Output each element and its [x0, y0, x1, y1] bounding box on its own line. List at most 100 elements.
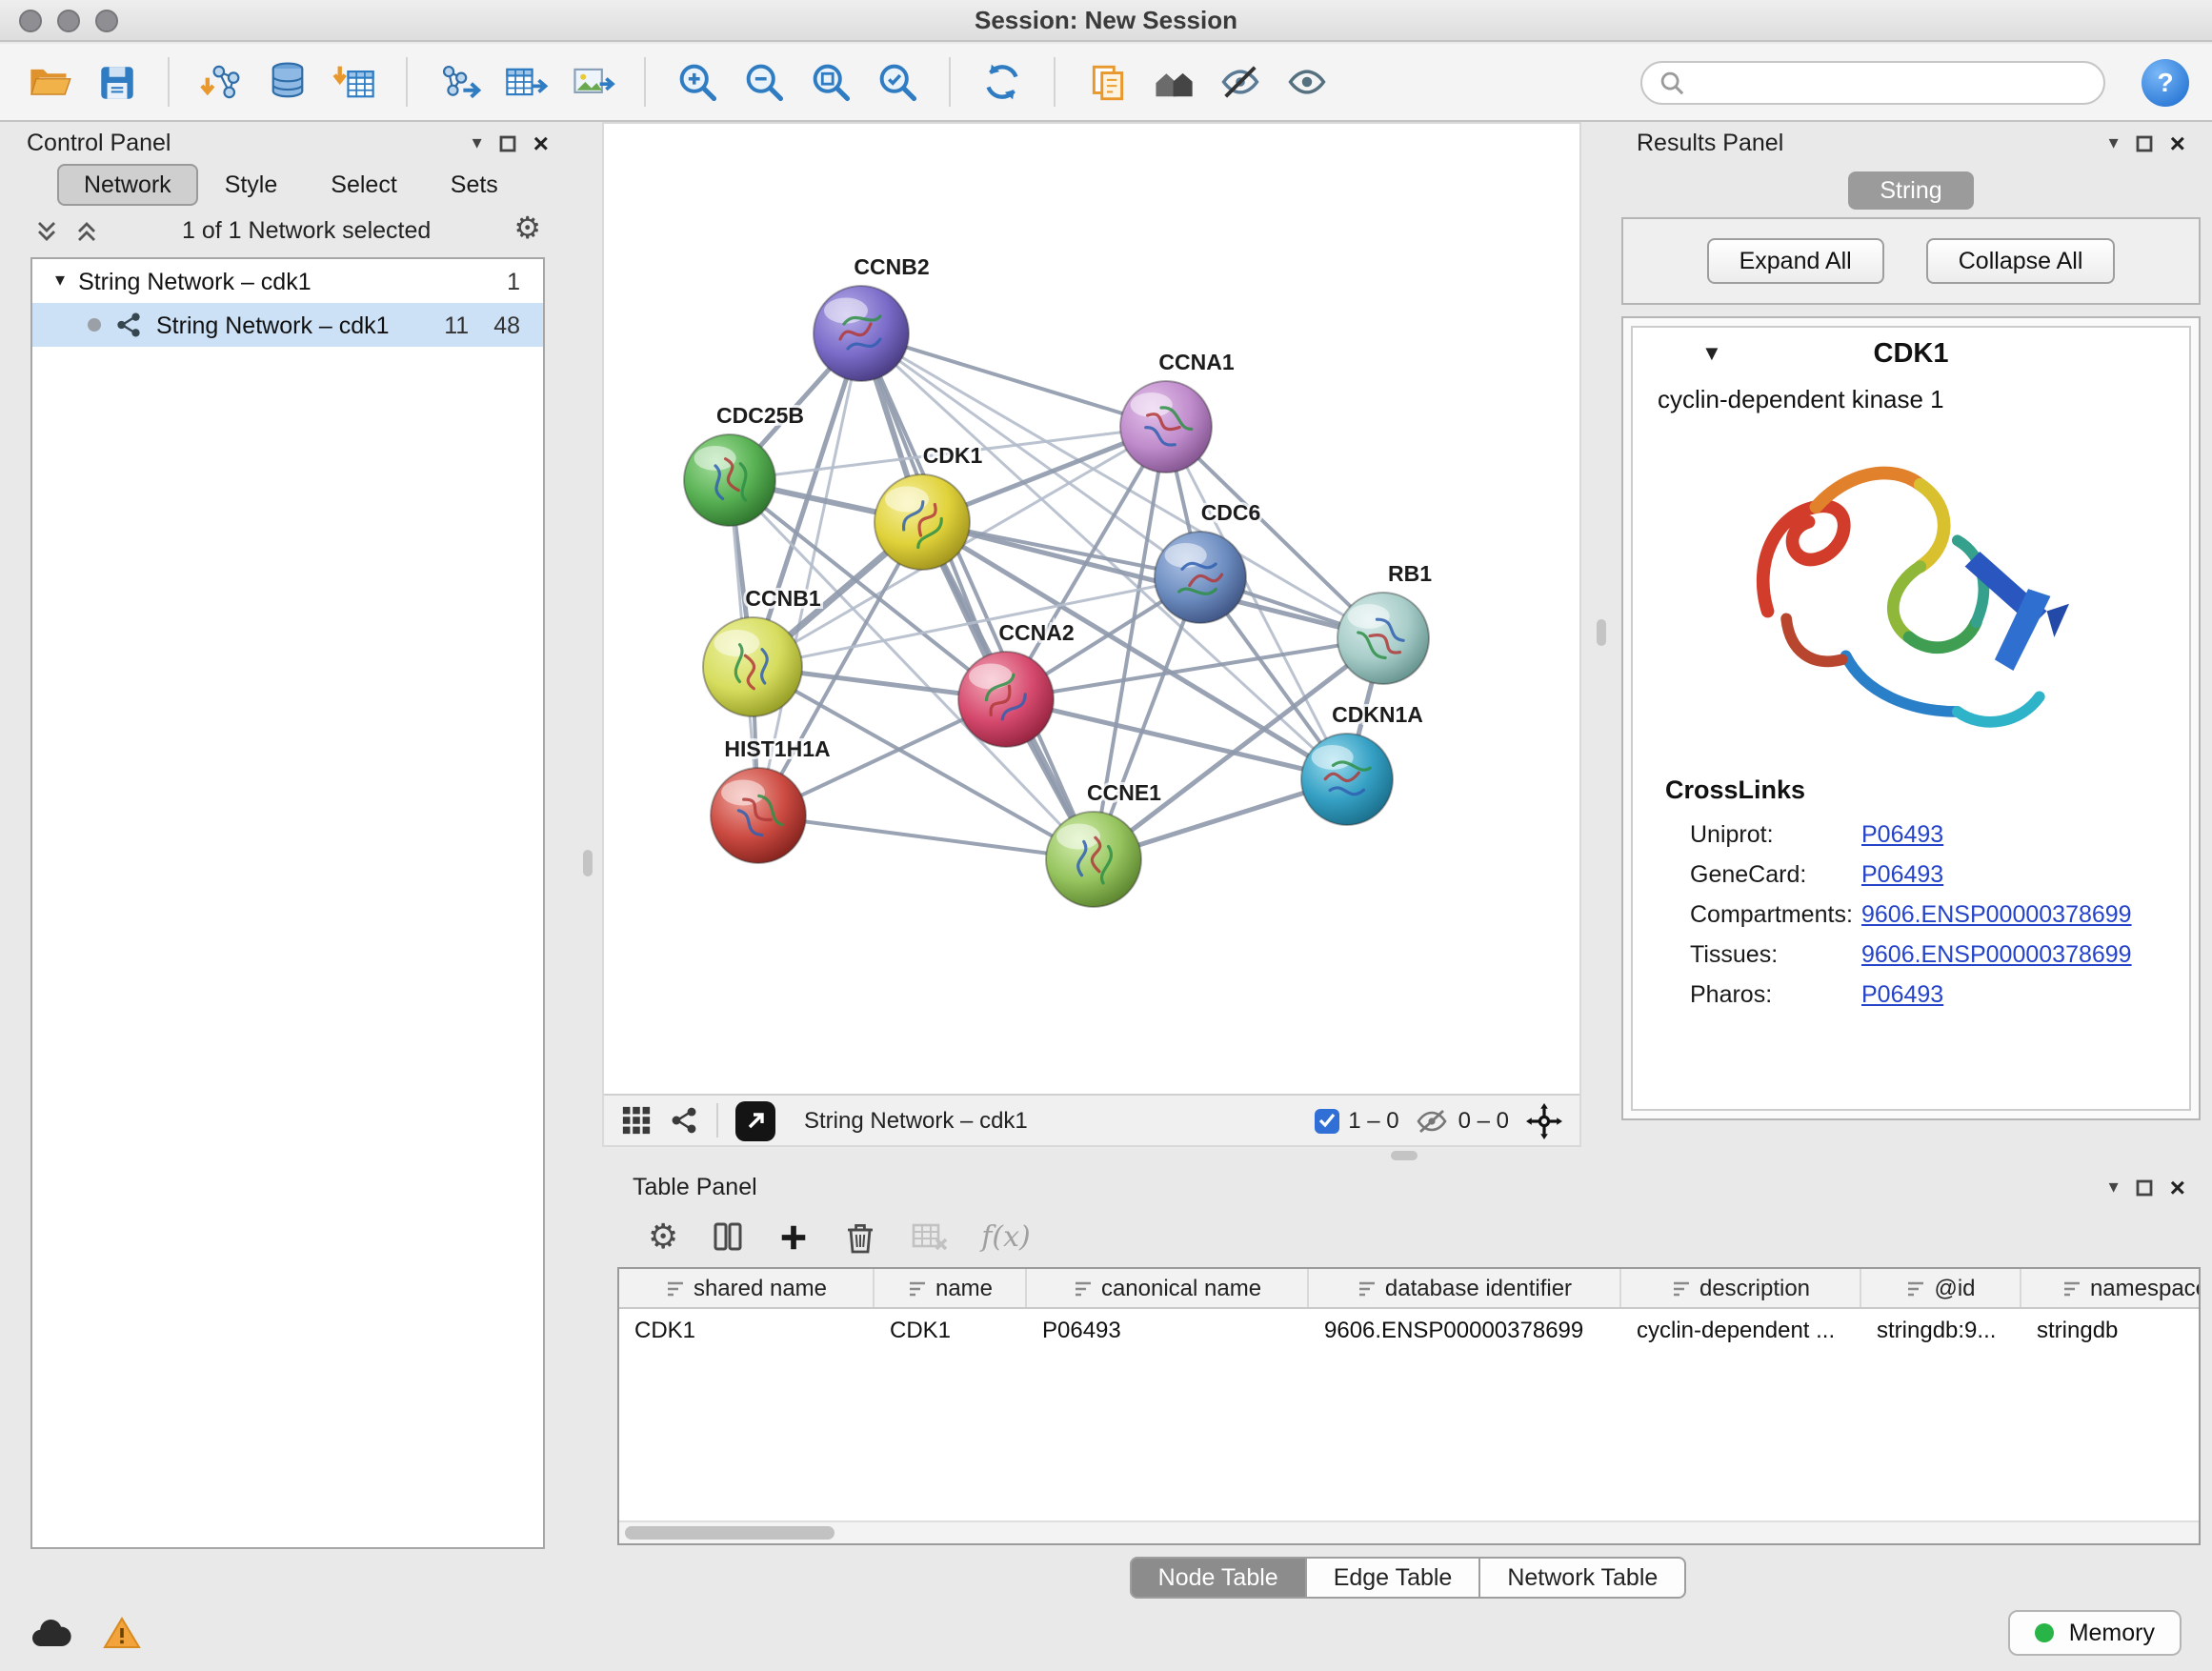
network-node-cdkn1a[interactable]: CDKN1A [1301, 702, 1423, 825]
network-edge[interactable] [758, 815, 1094, 859]
table-cell[interactable]: CDK1 [875, 1309, 1027, 1349]
show-columns-icon[interactable] [711, 1219, 745, 1254]
network-overview-button[interactable] [1147, 55, 1200, 109]
float-panel-icon[interactable] [2136, 1178, 2153, 1196]
network-node-cdc25b[interactable]: CDC25B [684, 403, 804, 526]
horizontal-scrollbar[interactable] [619, 1520, 2199, 1543]
network-canvas[interactable]: CCNB2CCNA1CDC25BCDK1CDC6RB1CCNB1CCNA2CDK… [604, 124, 1579, 1145]
crosslink-genecard-[interactable]: P06493 [1861, 860, 1943, 887]
table-cell[interactable]: stringdb [2021, 1309, 2201, 1349]
column-header-description[interactable]: description [1621, 1269, 1861, 1307]
crosslink-tissues-[interactable]: 9606.ENSP00000378699 [1861, 940, 2132, 967]
close-window-button[interactable] [19, 10, 42, 32]
table-cell[interactable]: stringdb:9... [1861, 1309, 2021, 1349]
open-session-button[interactable] [23, 55, 76, 109]
export-table-button[interactable] [499, 55, 553, 109]
disclosure-triangle-icon[interactable]: ▾ [55, 271, 65, 292]
column-header-canonical-name[interactable]: canonical name [1027, 1269, 1309, 1307]
scrollbar-thumb[interactable] [625, 1526, 835, 1540]
network-edge[interactable] [1006, 638, 1383, 699]
export-image-button[interactable] [566, 55, 619, 109]
zoom-fit-button[interactable] [804, 55, 857, 109]
birds-eye-crosshair-icon[interactable] [1526, 1102, 1562, 1138]
tab-string[interactable]: String [1847, 171, 1974, 210]
splitter-handle[interactable] [583, 850, 593, 876]
delete-column-icon[interactable] [842, 1218, 878, 1255]
node-label: RB1 [1388, 561, 1432, 586]
save-session-button[interactable] [90, 55, 143, 109]
crosslink-pharos-[interactable]: P06493 [1861, 980, 1943, 1007]
panel-menu-icon[interactable]: ▾ [473, 132, 482, 153]
collapse-gene-icon[interactable]: ▼ [1701, 342, 1722, 365]
column-header-namespace[interactable]: namespace [2021, 1269, 2201, 1307]
maximize-window-button[interactable] [95, 10, 118, 32]
help-button[interactable]: ? [2142, 58, 2189, 106]
table-settings-gear-icon[interactable]: ⚙ [648, 1219, 678, 1254]
detach-view-button[interactable] [735, 1100, 775, 1140]
gene-card-header[interactable]: ▼ CDK1 [1633, 328, 2189, 379]
splitter-handle[interactable] [1597, 619, 1606, 646]
tab-style[interactable]: Style [198, 164, 305, 206]
network-edge[interactable] [861, 333, 1094, 859]
network-edge[interactable] [922, 522, 1383, 638]
apply-layout-button[interactable] [975, 55, 1029, 109]
network-mode-icon[interactable] [669, 1105, 699, 1136]
import-table-button[interactable] [328, 55, 381, 109]
close-panel-icon[interactable]: × [2170, 130, 2185, 156]
gear-icon[interactable]: ⚙ [513, 215, 541, 246]
table-cell[interactable]: CDK1 [619, 1309, 875, 1349]
toggle-graphics-details-button[interactable] [1214, 55, 1267, 109]
export-network-button[interactable] [432, 55, 486, 109]
expand-all-icon[interactable] [74, 218, 99, 243]
panel-menu-icon[interactable]: ▾ [2109, 132, 2119, 153]
warning-icon[interactable] [103, 1616, 141, 1650]
minimize-window-button[interactable] [57, 10, 80, 32]
network-row[interactable]: String Network – cdk1 11 48 [32, 303, 543, 347]
search-input[interactable] [1696, 67, 2086, 97]
import-network-file-button[interactable] [194, 55, 248, 109]
network-node-ccna1[interactable]: CCNA1 [1120, 350, 1235, 473]
memory-button[interactable]: Memory [2008, 1610, 2182, 1656]
column-header-name[interactable]: name [875, 1269, 1027, 1307]
zoom-selected-button[interactable] [871, 55, 924, 109]
network-node-hist1h1a[interactable]: HIST1H1A [711, 736, 831, 863]
table-cell[interactable]: cyclin-dependent ... [1621, 1309, 1861, 1349]
import-network-database-button[interactable] [261, 55, 314, 109]
network-node-rb1[interactable]: RB1 [1337, 561, 1432, 684]
column-header--id[interactable]: @id [1861, 1269, 2021, 1307]
show-graphics-details-button[interactable] [1280, 55, 1334, 109]
crosslink-uniprot-[interactable]: P06493 [1861, 820, 1943, 847]
zoom-in-button[interactable] [671, 55, 724, 109]
nodes-selected-checkbox[interactable] [1314, 1108, 1338, 1133]
crosslink-compartments-[interactable]: 9606.ENSP00000378699 [1861, 900, 2132, 927]
expand-all-button[interactable]: Expand All [1707, 238, 1884, 284]
tab-network-table[interactable]: Network Table [1478, 1557, 1686, 1599]
copy-network-button[interactable] [1080, 55, 1134, 109]
collapse-all-icon[interactable] [34, 218, 59, 243]
grid-mode-icon[interactable] [621, 1105, 652, 1136]
tab-edge-table[interactable]: Edge Table [1305, 1557, 1481, 1599]
table-cell[interactable]: P06493 [1027, 1309, 1309, 1349]
column-header-shared-name[interactable]: shared name [619, 1269, 875, 1307]
add-column-icon[interactable] [777, 1220, 810, 1253]
tab-node-table[interactable]: Node Table [1130, 1557, 1307, 1599]
cloud-icon[interactable] [30, 1618, 72, 1648]
close-panel-icon[interactable]: × [533, 130, 549, 156]
zoom-out-button[interactable] [737, 55, 791, 109]
tab-network[interactable]: Network [57, 164, 198, 206]
column-header-database-identifier[interactable]: database identifier [1309, 1269, 1621, 1307]
table-cell[interactable]: 9606.ENSP00000378699 [1309, 1309, 1621, 1349]
network-collection-row[interactable]: ▾ String Network – cdk1 1 [32, 259, 543, 303]
splitter-handle[interactable] [1391, 1151, 1418, 1160]
panel-menu-icon[interactable]: ▾ [2109, 1177, 2119, 1198]
tab-select[interactable]: Select [304, 164, 424, 206]
float-panel-icon[interactable] [2136, 134, 2153, 151]
table-row[interactable]: CDK1CDK1P064939606.ENSP00000378699cyclin… [619, 1309, 2199, 1349]
tab-sets[interactable]: Sets [424, 164, 525, 206]
close-panel-icon[interactable]: × [2170, 1174, 2185, 1200]
collapse-all-button[interactable]: Collapse All [1926, 238, 2116, 284]
hidden-eye-icon[interactable] [1417, 1106, 1449, 1135]
float-panel-icon[interactable] [499, 134, 516, 151]
search-field[interactable] [1640, 60, 2105, 104]
network-graph[interactable]: CCNB2CCNA1CDC25BCDK1CDC6RB1CCNB1CCNA2CDK… [604, 124, 1579, 1094]
